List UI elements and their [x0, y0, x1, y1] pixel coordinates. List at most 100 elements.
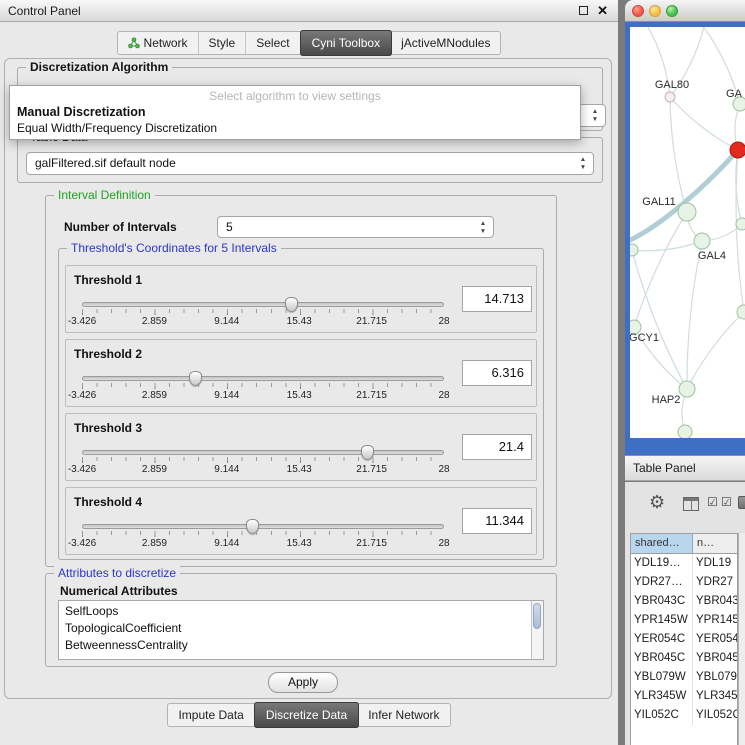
network-node[interactable]: [737, 305, 745, 319]
network-canvas[interactable]: GAL80GAGAL11GAL4GCY1HAP2: [630, 27, 745, 438]
network-edge[interactable]: [670, 97, 687, 212]
network-node[interactable]: [736, 218, 745, 230]
float-window-icon[interactable]: [579, 6, 588, 15]
table-cell[interactable]: YBL079W: [631, 668, 693, 687]
table-cell[interactable]: YIL052C: [631, 706, 693, 725]
table-cell[interactable]: YBR043C: [631, 592, 693, 611]
slider-scale-label: 2.859: [142, 390, 167, 401]
combobox-arrows-icon: ▲▼: [590, 108, 600, 124]
network-node-selected[interactable]: [730, 142, 745, 158]
tab-infer-network[interactable]: Infer Network: [358, 704, 449, 726]
algorithm-option-manual-discretization[interactable]: Manual Discretization: [10, 104, 580, 120]
top-tab-bar: NetworkStyleSelectCyni ToolboxjActiveMNo…: [0, 31, 618, 55]
tab-network[interactable]: Network: [118, 32, 199, 54]
combobox-arrows-icon: ▲▼: [578, 156, 588, 172]
table-panel-title: Table Panel: [633, 456, 696, 481]
table-data-combobox[interactable]: galFiltered.sif default node ▲▼: [26, 152, 594, 175]
table-cell[interactable]: YDR27…: [631, 573, 693, 592]
network-node[interactable]: [665, 92, 675, 102]
table-row[interactable]: YBR045CYBR045C: [631, 649, 737, 668]
minimize-traffic-light-icon[interactable]: [649, 5, 661, 17]
table-row[interactable]: YDR27…YDR27: [631, 573, 737, 592]
network-node[interactable]: [678, 425, 692, 438]
network-edge[interactable]: [687, 312, 744, 389]
num-intervals-combobox[interactable]: 5 ▲▼: [217, 216, 494, 238]
table-row[interactable]: YER054CYER054C: [631, 630, 737, 649]
table-row[interactable]: YLR345WYLR345W: [631, 687, 737, 706]
select-all-icon[interactable]: ☑: [707, 495, 718, 509]
tab-impute-data[interactable]: Impute Data: [168, 704, 254, 726]
table-cell[interactable]: YBR043C: [693, 592, 737, 611]
numerical-attribute-item[interactable]: SelfLoops: [65, 603, 543, 620]
slider-scale-label: -3.426: [68, 390, 96, 401]
table-cell[interactable]: YBL079W: [693, 668, 737, 687]
threshold-slider-track[interactable]: [82, 302, 444, 307]
threshold-slider-track[interactable]: [82, 524, 444, 529]
tab-cyni-toolbox[interactable]: Cyni Toolbox: [300, 30, 392, 56]
threshold-label: Threshold 2: [74, 347, 142, 361]
slider-scale-label: 15.43: [287, 316, 312, 327]
threshold-slider-track[interactable]: [82, 450, 444, 455]
network-view-frame: GAL80GAGAL11GAL4GCY1HAP2: [625, 22, 745, 455]
network-canvas-svg[interactable]: GAL80GAGAL11GAL4GCY1HAP2: [630, 27, 745, 438]
table-data-group: Table Data galFiltered.sif default node …: [17, 137, 603, 183]
column-header-name[interactable]: n…: [693, 534, 737, 553]
numerical-attribute-item[interactable]: BetweennessCentrality: [65, 637, 543, 654]
close-window-icon[interactable]: ✕: [597, 3, 608, 19]
tab-select[interactable]: Select: [246, 32, 300, 54]
table-cell[interactable]: YDL19: [693, 554, 737, 573]
network-node[interactable]: [679, 381, 695, 397]
tab-style[interactable]: Style: [199, 32, 247, 54]
threshold-1-block: Threshold 1-3.4262.8599.14415.4321.71528…: [65, 265, 537, 333]
threshold-label: Threshold 4: [74, 495, 142, 509]
slider-minor-ticks: [82, 457, 445, 461]
network-edge[interactable]: [736, 150, 744, 312]
table-row[interactable]: YBR043CYBR043C: [631, 592, 737, 611]
table-row[interactable]: YPR145WYPR145W: [631, 611, 737, 630]
table-cell[interactable]: YLR345W: [693, 687, 737, 706]
network-edge[interactable]: [632, 250, 687, 389]
column-selector-icon[interactable]: [683, 497, 699, 511]
table-cell[interactable]: YBR045C: [631, 649, 693, 668]
network-edge[interactable]: [634, 212, 687, 327]
table-cell[interactable]: YBR045C: [693, 649, 737, 668]
table-cell[interactable]: YPR145W: [631, 611, 693, 630]
table-cell[interactable]: YIL052C: [693, 706, 737, 725]
tab-label: Infer Network: [368, 708, 439, 722]
table-cell[interactable]: YLR345W: [631, 687, 693, 706]
threshold-value-field[interactable]: 14.713: [462, 286, 532, 312]
column-header-shared-name[interactable]: shared…: [631, 534, 693, 553]
network-node[interactable]: [678, 203, 696, 221]
threshold-value-field[interactable]: 21.4: [462, 434, 532, 460]
close-traffic-light-icon[interactable]: [632, 5, 644, 17]
network-node[interactable]: [630, 244, 638, 256]
zoom-traffic-light-icon[interactable]: [666, 5, 678, 17]
list-scrollbar-thumb[interactable]: [533, 603, 541, 629]
numerical-attributes-list[interactable]: SelfLoopsTopologicalCoefficientBetweenne…: [58, 600, 544, 660]
select-none-icon[interactable]: ☑: [721, 495, 732, 509]
threshold-slider-track[interactable]: [82, 376, 444, 381]
tab-jactivemnodules[interactable]: jActiveMNodules: [391, 32, 500, 54]
algorithm-option-equal-width-frequency-discretization[interactable]: Equal Width/Frequency Discretization: [10, 120, 580, 136]
tab-discretize-data[interactable]: Discretize Data: [254, 702, 359, 728]
table-cell[interactable]: YDL19…: [631, 554, 693, 573]
gear-icon[interactable]: ⚙: [649, 492, 665, 513]
table-scrollbar[interactable]: [738, 533, 745, 745]
slider-scale-label: 2.859: [142, 538, 167, 549]
table-cell[interactable]: YER054C: [631, 630, 693, 649]
network-node[interactable]: [694, 233, 710, 249]
table-row[interactable]: YIL052CYIL052C: [631, 706, 737, 725]
table-cell[interactable]: YER054C: [693, 630, 737, 649]
table-panel-header[interactable]: Table Panel: [625, 455, 745, 481]
table-cell[interactable]: YDR27: [693, 573, 737, 592]
threshold-value-field[interactable]: 11.344: [462, 508, 532, 534]
list-scrollbar[interactable]: [531, 601, 543, 659]
numerical-attribute-item[interactable]: TopologicalCoefficient: [65, 620, 543, 637]
threshold-value-field[interactable]: 6.316: [462, 360, 532, 386]
network-edge[interactable]: [670, 97, 738, 150]
table-row[interactable]: YDL19…YDL19: [631, 554, 737, 573]
table-row[interactable]: YBL079WYBL079W: [631, 668, 737, 687]
table-cell[interactable]: YPR145W: [693, 611, 737, 630]
clipped-toolbar-icon[interactable]: [738, 496, 745, 509]
apply-button[interactable]: Apply: [268, 672, 338, 693]
